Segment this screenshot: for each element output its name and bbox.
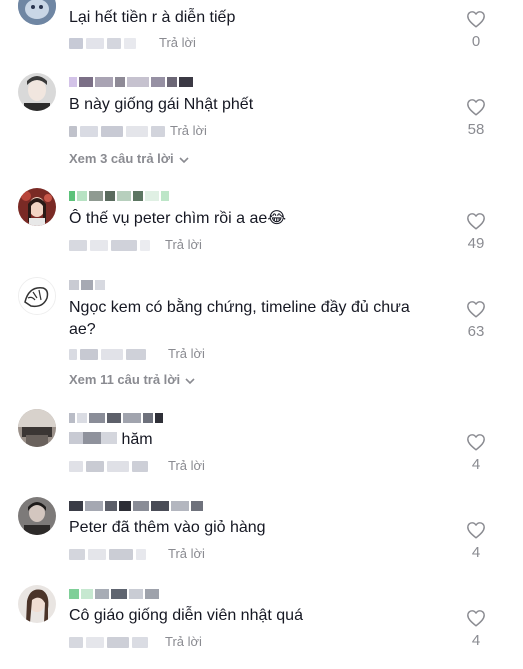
view-replies-label: Xem 11 câu trả lời [69, 372, 181, 387]
text-redaction [69, 429, 117, 451]
view-replies-button[interactable]: Xem 11 câu trả lời [69, 372, 195, 388]
username[interactable] [69, 77, 195, 87]
comment-text: B này giống gái Nhật phết [69, 96, 254, 113]
comment-text: Ngọc kem có bằng chứng, timeline đầy đủ … [69, 299, 410, 338]
comment-text-visible: hăm [121, 431, 153, 449]
reply-button[interactable]: Trả lời [165, 634, 202, 649]
comment-text: Peter đã thêm vào giỏ hàng [69, 519, 266, 536]
avatar[interactable] [18, 188, 56, 226]
username[interactable] [69, 413, 165, 423]
reply-button[interactable]: Trả lời [168, 346, 205, 361]
username[interactable] [69, 589, 161, 599]
like-button[interactable] [464, 10, 488, 28]
heart-outline-icon [467, 11, 485, 28]
like-button[interactable] [464, 433, 488, 451]
chevron-down-icon [185, 373, 195, 388]
like-button[interactable] [464, 521, 488, 539]
heart-outline-icon [467, 522, 485, 539]
avatar[interactable] [18, 0, 56, 25]
reply-button[interactable]: Trả lời [168, 458, 205, 473]
heart-outline-icon [467, 213, 485, 230]
comment-meta [69, 35, 136, 51]
comment-meta [69, 546, 146, 562]
like-count: 4 [471, 544, 481, 561]
reply-button[interactable]: Trả lời [165, 237, 202, 252]
like-count: 4 [471, 632, 481, 649]
comment-meta [69, 458, 148, 474]
avatar[interactable] [18, 497, 56, 535]
avatar[interactable] [18, 277, 56, 315]
username[interactable] [69, 191, 171, 201]
view-replies-button[interactable]: Xem 3 câu trả lời [69, 151, 189, 167]
like-count: 49 [467, 235, 485, 252]
avatar[interactable] [18, 73, 56, 111]
comment-text: hăm [69, 429, 429, 451]
username[interactable] [69, 280, 107, 290]
username[interactable] [69, 501, 205, 511]
reply-button[interactable]: Trả lời [168, 546, 205, 561]
heart-outline-icon [467, 301, 485, 318]
comment-meta [69, 634, 148, 650]
like-count: 58 [467, 121, 485, 138]
like-count: 4 [471, 456, 481, 473]
like-button[interactable] [464, 212, 488, 230]
comment-meta [69, 346, 146, 362]
comment-text: Cô giáo giống diễn viên nhật quá [69, 607, 303, 624]
like-button[interactable] [464, 609, 488, 627]
like-button[interactable] [464, 98, 488, 116]
comment-meta [69, 237, 150, 253]
chevron-down-icon [179, 152, 189, 167]
heart-outline-icon [467, 610, 485, 627]
view-replies-label: Xem 3 câu trả lời [69, 151, 174, 166]
heart-outline-icon [467, 99, 485, 116]
reply-button[interactable]: Trả lời [170, 123, 207, 138]
like-count: 0 [471, 33, 481, 50]
avatar[interactable] [18, 409, 56, 447]
like-button[interactable] [464, 300, 488, 318]
heart-outline-icon [467, 434, 485, 451]
avatar[interactable] [18, 585, 56, 623]
like-count: 63 [467, 323, 485, 340]
comment-meta [69, 123, 165, 139]
comment-text: Ô thế vụ peter chìm rồi a ae😂 [69, 210, 287, 227]
reply-button[interactable]: Trả lời [159, 35, 196, 50]
comment-text: Lại hết tiền r à diễn tiếp [69, 9, 236, 26]
